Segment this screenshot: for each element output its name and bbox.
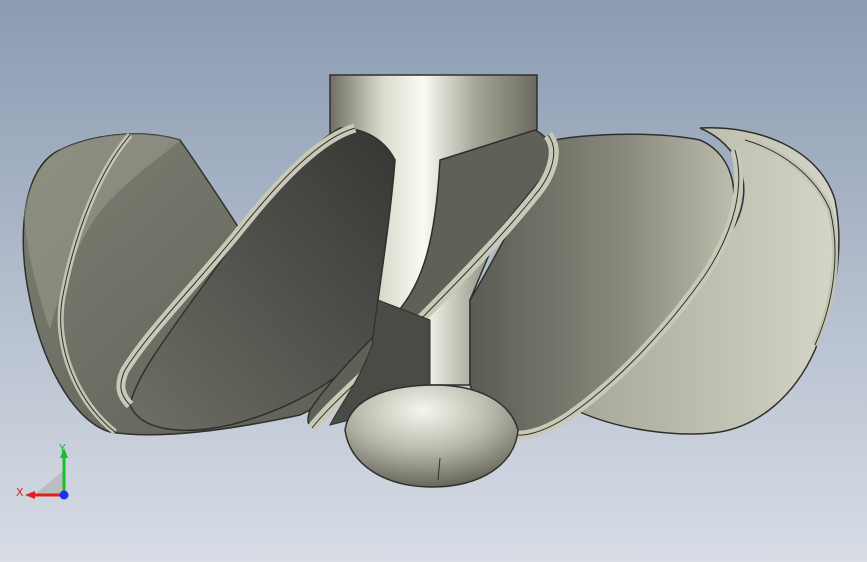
- triad-y-label: Y: [59, 442, 66, 455]
- coordinate-triad: X Y: [12, 440, 82, 510]
- triad-icon: [25, 448, 69, 500]
- graphics-viewport[interactable]: X Y: [0, 0, 867, 562]
- propeller-model[interactable]: [0, 0, 867, 562]
- triad-x-label: X: [16, 486, 24, 499]
